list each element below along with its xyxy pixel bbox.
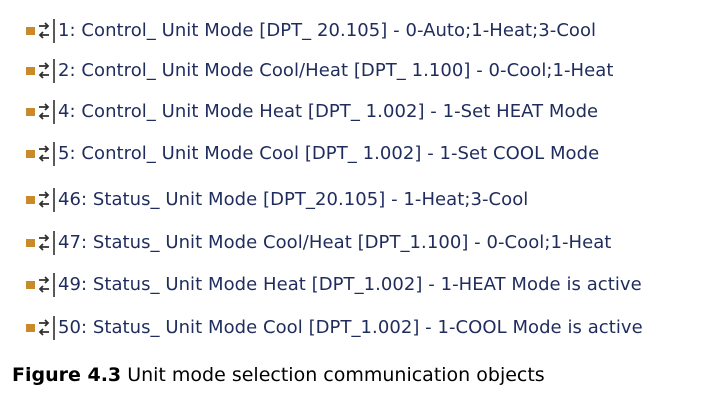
communication-object-text: 50: Status_ Unit Mode Cool [DPT_1.002] -… bbox=[58, 317, 643, 338]
communication-object-icon bbox=[26, 316, 55, 340]
communication-object-text: 47: Status_ Unit Mode Cool/Heat [DPT_1.1… bbox=[58, 232, 612, 253]
communication-object-row: 49: Status_ Unit Mode Heat [DPT_1.002] -… bbox=[24, 270, 642, 300]
communication-object-row: 46: Status_ Unit Mode [DPT_20.105] - 1-H… bbox=[24, 185, 528, 215]
communication-object-text: 4: Control_ Unit Mode Heat [DPT_ 1.002] … bbox=[58, 101, 599, 122]
communication-object-text: 46: Status_ Unit Mode [DPT_20.105] - 1-H… bbox=[58, 189, 529, 210]
communication-object-icon bbox=[26, 188, 55, 212]
communication-object-icon bbox=[26, 273, 55, 297]
communication-object-icon bbox=[26, 59, 55, 83]
communication-object-text: 49: Status_ Unit Mode Heat [DPT_1.002] -… bbox=[58, 274, 642, 295]
communication-object-icon bbox=[26, 19, 55, 43]
communication-object-icon bbox=[26, 100, 55, 124]
figure-caption: Figure 4.3 Unit mode selection communica… bbox=[12, 364, 545, 386]
communication-object-text: 1: Control_ Unit Mode [DPT_ 20.105] - 0-… bbox=[58, 20, 597, 41]
communication-object-row: 2: Control_ Unit Mode Cool/Heat [DPT_ 1.… bbox=[24, 56, 613, 86]
communication-object-row: 50: Status_ Unit Mode Cool [DPT_1.002] -… bbox=[24, 313, 643, 343]
communication-object-icon bbox=[26, 142, 55, 166]
figure-caption-text: Unit mode selection communication object… bbox=[127, 364, 545, 386]
communication-object-icon bbox=[26, 231, 55, 255]
communication-object-text: 2: Control_ Unit Mode Cool/Heat [DPT_ 1.… bbox=[58, 60, 614, 81]
communication-object-row: 5: Control_ Unit Mode Cool [DPT_ 1.002] … bbox=[24, 139, 599, 169]
communication-object-row: 47: Status_ Unit Mode Cool/Heat [DPT_1.1… bbox=[24, 228, 611, 258]
communication-object-row: 4: Control_ Unit Mode Heat [DPT_ 1.002] … bbox=[24, 97, 598, 127]
communication-object-text: 5: Control_ Unit Mode Cool [DPT_ 1.002] … bbox=[58, 143, 600, 164]
communication-object-list: 1: Control_ Unit Mode [DPT_ 20.105] - 0-… bbox=[0, 0, 728, 350]
communication-object-row: 1: Control_ Unit Mode [DPT_ 20.105] - 0-… bbox=[24, 16, 596, 46]
figure-caption-label: Figure 4.3 bbox=[12, 364, 122, 386]
